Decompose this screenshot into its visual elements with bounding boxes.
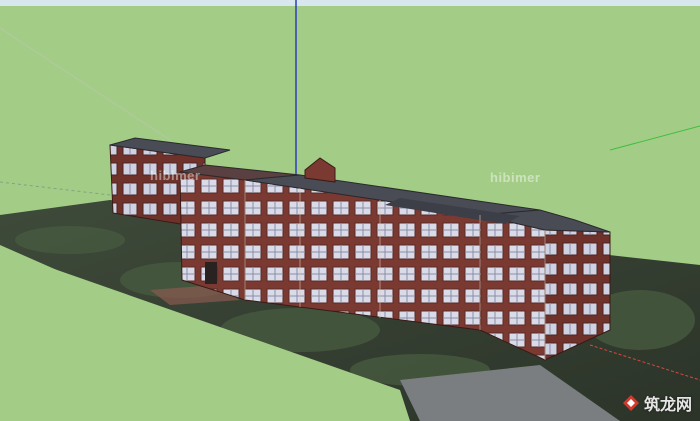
site-logo[interactable]: 筑龙网 [622,391,692,415]
watermark-left: hibimer [150,168,201,183]
watermark-right: hibimer [490,170,541,185]
scene-canvas[interactable] [0,0,700,421]
zhulong-logo-icon [622,394,640,412]
site-logo-text: 筑龙网 [643,395,692,414]
sky-band [0,0,700,6]
entrance-door[interactable] [205,262,217,284]
model-viewport[interactable] [0,0,700,421]
